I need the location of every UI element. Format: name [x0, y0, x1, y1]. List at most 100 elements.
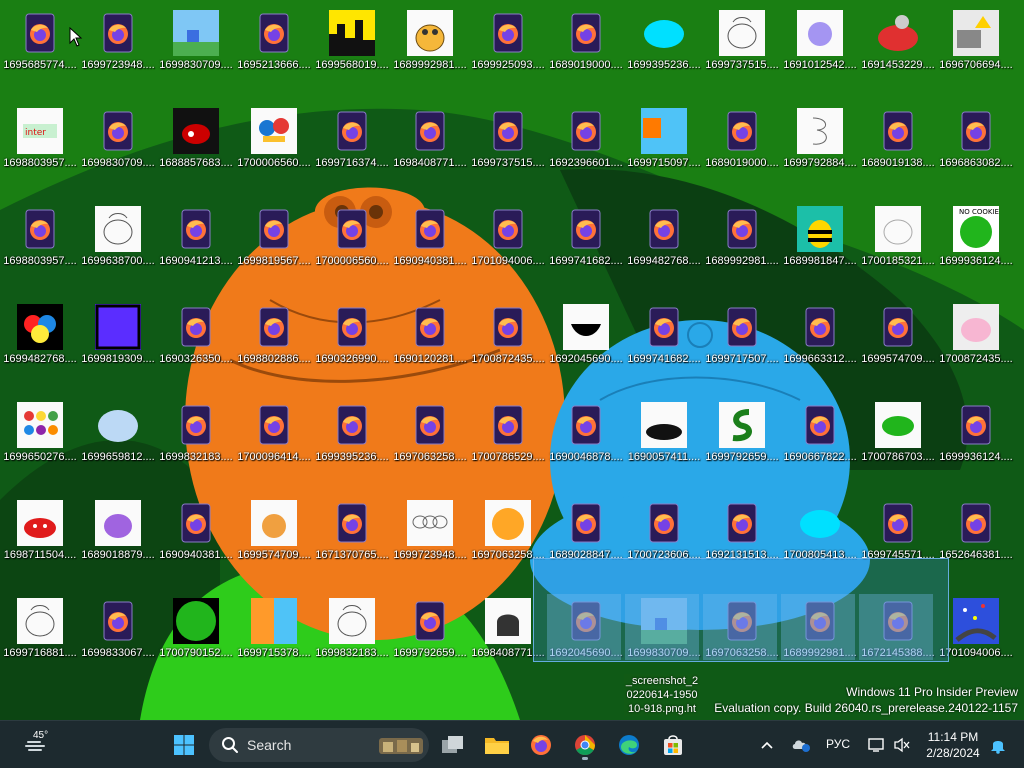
desktop-file-icon[interactable]: 1700786529....	[469, 394, 547, 484]
desktop-file-icon[interactable]: 1699482768....	[1, 296, 79, 386]
desktop-file-icon[interactable]: 1700786703....	[859, 394, 937, 484]
desktop-file-icon[interactable]: 1699819309....	[79, 296, 157, 386]
desktop-file-icon[interactable]: 1698803957....	[1, 198, 79, 288]
start-button[interactable]	[166, 727, 202, 763]
image-thumbnail	[797, 500, 843, 546]
notifications-button[interactable]	[984, 727, 1012, 763]
desktop-file-icon[interactable]: 1698802886....	[235, 296, 313, 386]
desktop-file-icon[interactable]: 1699716374....	[313, 100, 391, 190]
desktop-file-icon[interactable]: 1689019138....	[859, 100, 937, 190]
desktop-file-icon[interactable]: 1689019000....	[547, 2, 625, 92]
desktop-file-icon[interactable]: 1699925093....	[469, 2, 547, 92]
desktop-file-icon[interactable]: 1698408771....	[391, 100, 469, 190]
desktop-file-icon[interactable]: 1699792659....	[391, 590, 469, 680]
firefox-html-file-icon	[953, 402, 999, 448]
desktop-file-label: 1671370765....	[315, 549, 389, 561]
desktop-file-icon[interactable]: 1697063258....	[391, 394, 469, 484]
desktop-file-icon[interactable]: 1690326990....	[313, 296, 391, 386]
desktop-file-icon[interactable]: 1699741682....	[547, 198, 625, 288]
desktop-file-icon[interactable]: 1699568019....	[313, 2, 391, 92]
desktop-file-icon[interactable]: 1690046878....	[547, 394, 625, 484]
desktop-file-icon[interactable]: 1699715097....	[625, 100, 703, 190]
image-thumbnail	[17, 500, 63, 546]
chrome-taskbar-button[interactable]	[567, 727, 603, 763]
desktop-file-icon[interactable]: 1690326350....	[157, 296, 235, 386]
desktop-file-icon[interactable]: 1689992981....	[703, 198, 781, 288]
desktop-file-icon[interactable]: 1699638700....	[79, 198, 157, 288]
desktop-file-icon[interactable]: 1699482768....	[625, 198, 703, 288]
desktop-file-label: 1697063258....	[393, 451, 467, 463]
desktop-file-icon[interactable]: 1690941213....	[157, 198, 235, 288]
desktop-file-icon[interactable]: 1699792659....	[703, 394, 781, 484]
desktop-file-icon[interactable]: 1695685774....	[1, 2, 79, 92]
desktop-file-icon[interactable]: 1700096414....	[235, 394, 313, 484]
desktop-file-icon[interactable]: 1692396601....	[547, 100, 625, 190]
desktop-file-icon[interactable]: 1700185321....	[859, 198, 937, 288]
desktop-file-icon[interactable]: 1699832183....	[313, 590, 391, 680]
desktop-file-icon[interactable]: 1700872435....	[469, 296, 547, 386]
taskbar-clock[interactable]: 11:14 PM 2/28/2024	[918, 729, 988, 761]
desktop-file-icon[interactable]: 1690120281....	[391, 296, 469, 386]
desktop-file-icon[interactable]: inter 1698803957....	[1, 100, 79, 190]
desktop-file-icon[interactable]: 1689019000....	[703, 100, 781, 190]
desktop-file-icon[interactable]: 1690667822....	[781, 394, 859, 484]
desktop-file-icon[interactable]: 1700790152....	[157, 590, 235, 680]
desktop-file-icon[interactable]: 1692045690....	[547, 296, 625, 386]
desktop-file-icon[interactable]: 1698711504....	[1, 492, 79, 582]
desktop-file-icon[interactable]: 1696706694....	[937, 2, 1015, 92]
desktop-file-icon[interactable]: 1690940381....	[157, 492, 235, 582]
desktop-file-icon[interactable]: 1699830709....	[157, 2, 235, 92]
desktop-file-icon[interactable]: 1699832183....	[157, 394, 235, 484]
desktop-file-icon[interactable]: 1689981847....	[781, 198, 859, 288]
desktop-file-icon[interactable]: 1700006560....	[313, 198, 391, 288]
desktop-file-icon[interactable]: 1700006560....	[235, 100, 313, 190]
desktop-file-icon[interactable]: 1699819567....	[235, 198, 313, 288]
desktop-file-icon[interactable]: 1699395236....	[313, 394, 391, 484]
image-thumbnail	[95, 304, 141, 350]
desktop-file-icon[interactable]: 1699936124....	[937, 394, 1015, 484]
desktop-file-icon[interactable]: 1699716881....	[1, 590, 79, 680]
desktop-file-icon[interactable]: 1699737515....	[703, 2, 781, 92]
edge-taskbar-button[interactable]	[611, 727, 647, 763]
desktop-file-icon[interactable]: 1699715378....	[235, 590, 313, 680]
desktop-file-icon[interactable]: NO COOKIES 1699936124....	[937, 198, 1015, 288]
desktop-file-icon[interactable]: 1699723948....	[391, 492, 469, 582]
desktop-file-icon[interactable]: 1688857683....	[157, 100, 235, 190]
desktop-file-label: 1689981847....	[783, 255, 857, 267]
desktop-file-icon[interactable]: 1690940381....	[391, 198, 469, 288]
desktop-file-icon[interactable]: 1699395236....	[625, 2, 703, 92]
store-taskbar-button[interactable]	[655, 727, 691, 763]
desktop-file-icon[interactable]: 1699574709....	[859, 296, 937, 386]
desktop-file-icon[interactable]: 1699650276....	[1, 394, 79, 484]
desktop-file-icon[interactable]: 1671370765....	[313, 492, 391, 582]
desktop-file-icon[interactable]: 1695213666....	[235, 2, 313, 92]
desktop-file-icon[interactable]: 1699741682....	[625, 296, 703, 386]
desktop-file-icon[interactable]: 1699723948....	[79, 2, 157, 92]
desktop-file-icon[interactable]: 1699574709....	[235, 492, 313, 582]
taskbar-search-box[interactable]: Search	[209, 728, 429, 762]
task-view-button[interactable]	[435, 727, 471, 763]
tray-app-button[interactable]	[786, 727, 816, 763]
desktop-file-icon[interactable]: 1699737515....	[469, 100, 547, 190]
volume-button[interactable]	[888, 727, 916, 763]
desktop-file-icon[interactable]: 1700872435....	[937, 296, 1015, 386]
desktop-file-icon[interactable]: 1691012542....	[781, 2, 859, 92]
desktop-file-icon[interactable]: 1689992981....	[391, 2, 469, 92]
desktop-file-icon[interactable]: 1696863082....	[937, 100, 1015, 190]
desktop-file-icon[interactable]: 1689018879....	[79, 492, 157, 582]
network-button[interactable]	[862, 727, 890, 763]
desktop-file-icon[interactable]: 1699833067....	[79, 590, 157, 680]
desktop-file-icon[interactable]: 1691453229....	[859, 2, 937, 92]
input-language-indicator[interactable]: РУС	[826, 737, 850, 751]
show-hidden-icons-button[interactable]	[752, 727, 782, 763]
firefox-taskbar-button[interactable]	[523, 727, 559, 763]
desktop-file-icon[interactable]: 1699830709....	[79, 100, 157, 190]
desktop-file-icon[interactable]: 1701094006....	[469, 198, 547, 288]
desktop-file-icon[interactable]: 1690057411....	[625, 394, 703, 484]
desktop-file-icon[interactable]: 1699717507....	[703, 296, 781, 386]
desktop-file-icon[interactable]: 1699663312....	[781, 296, 859, 386]
active-app-indicator	[582, 757, 588, 760]
desktop-file-icon[interactable]: 1699792884....	[781, 100, 859, 190]
file-explorer-button[interactable]	[479, 727, 515, 763]
desktop-file-icon[interactable]: 1699659812....	[79, 394, 157, 484]
